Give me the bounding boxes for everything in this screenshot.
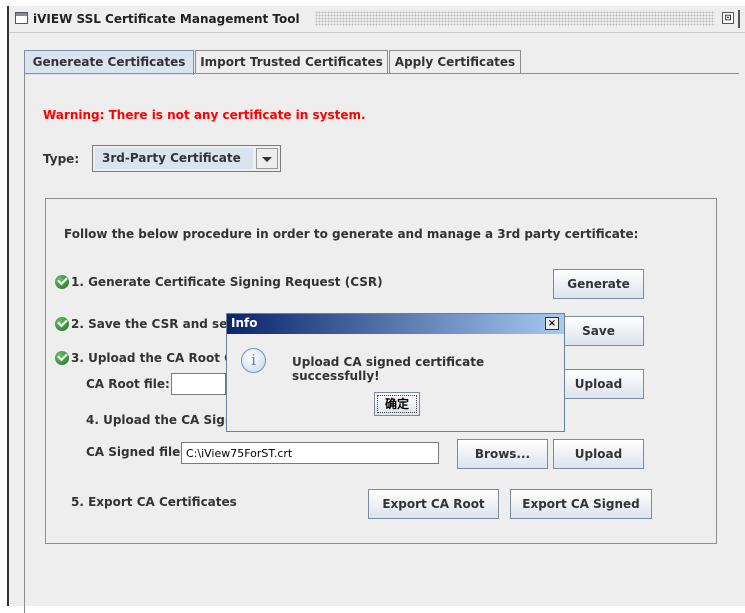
tab-panel-left-border [24,73,25,613]
app-window: iVIEW SSL Certificate Management Tool ⊡ … [7,6,745,613]
step5-label: 5. Export CA Certificates [71,495,237,509]
save-button[interactable]: Save [553,316,644,346]
procedure-intro: Follow the below procedure in order to g… [64,227,639,241]
close-icon[interactable]: × [545,317,559,330]
dialog-title-bar[interactable]: Info × [227,314,564,334]
step1-label: 1. Generate Certificate Signing Request … [71,275,383,289]
type-label: Type: [43,152,80,166]
type-dropdown-value: 3rd-Party Certificate [95,148,253,169]
step3-label: 3. Upload the CA Root Ce [71,351,242,365]
step2-label: 2. Save the CSR and sen [71,317,236,331]
maximize-icon[interactable]: ⊡ [722,12,734,24]
title-bar[interactable]: iVIEW SSL Certificate Management Tool ⊡ [9,6,745,33]
tab-generate-certificates[interactable]: Genereate Certificates [24,50,194,75]
tab-panel-border [24,73,739,74]
upload-signed-button[interactable]: Upload [553,439,644,469]
export-ca-signed-button[interactable]: Export CA Signed [510,489,652,519]
dialog-message: Upload CA signed certificate successfull… [292,355,485,383]
tab-apply-certificates[interactable]: Apply Certificates [389,50,521,73]
check-icon [55,275,69,289]
check-icon [55,351,69,365]
chevron-down-icon[interactable] [256,148,278,169]
ca-root-file-label: CA Root file: [86,377,170,391]
warning-message: Warning: There is not any certificate in… [43,108,366,122]
window-icon [15,12,28,24]
upload-root-button[interactable]: Upload [553,369,644,399]
tab-import-trusted-certificates[interactable]: Import Trusted Certificates [195,50,388,73]
type-dropdown[interactable]: 3rd-Party Certificate [92,145,281,172]
window-edge [738,10,740,28]
check-icon [55,317,69,331]
title-bar-texture [315,11,715,26]
ca-root-file-input[interactable] [171,373,226,395]
info-icon: i [241,348,266,373]
window-title: iVIEW SSL Certificate Management Tool [33,12,300,26]
browse-button[interactable]: Brows... [457,439,548,469]
ca-signed-file-input[interactable] [181,442,439,464]
ok-button[interactable]: 确定 [374,392,420,416]
info-dialog: Info × i Upload CA signed certificate su… [226,313,565,432]
ca-signed-file-label: CA Signed file: [86,445,186,459]
dialog-title: Info [231,316,258,330]
generate-button[interactable]: Generate [553,269,644,299]
export-ca-root-button[interactable]: Export CA Root [368,489,499,519]
